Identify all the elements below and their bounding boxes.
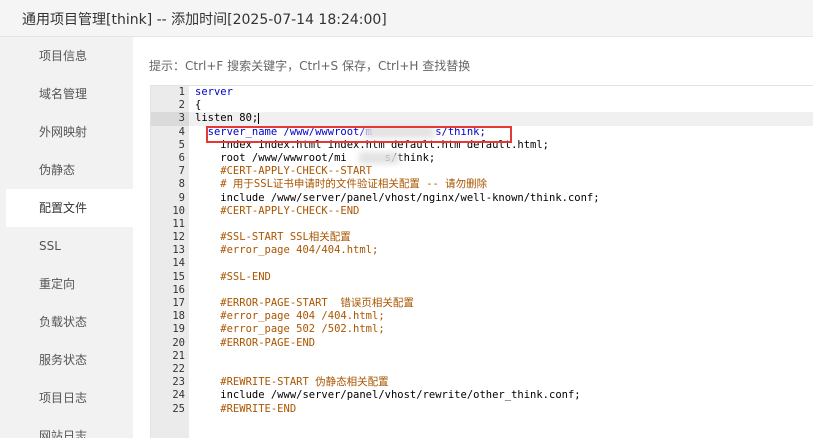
code-line[interactable]: include /www/server/panel/vhost/rewrite/…	[195, 389, 813, 402]
code-line[interactable]	[195, 284, 813, 297]
line-number: 11	[172, 217, 185, 230]
code-text: #ERROR-PAGE-END	[195, 336, 316, 349]
code-line[interactable]: #REWRITE-START 伪静态相关配置	[195, 376, 813, 389]
code-line[interactable]: #SSL-END	[195, 271, 813, 284]
code-line[interactable]: #CERT-APPLY-CHECK--START	[195, 165, 813, 178]
line-number: 3	[151, 112, 189, 126]
code-text: {	[195, 99, 202, 112]
sidebar-nav: 项目信息 域名管理 外网映射 伪静态 配置文件 SSL 重定向 负载状态 服务状态 项目日志 网站日…	[0, 37, 133, 438]
code-line[interactable]	[195, 363, 813, 376]
line-number: 15	[172, 270, 185, 283]
line-number: 14	[172, 257, 185, 270]
line-number: 24	[172, 389, 185, 402]
line-number: 17	[172, 297, 185, 309]
code-line[interactable]: #ERROR-PAGE-END	[195, 337, 813, 350]
code-line[interactable]: # 用于SSL证书申请时的文件验证相关配置 -- 请勿删除	[195, 178, 813, 191]
code-text: #CERT-APPLY-CHECK--END	[195, 204, 360, 217]
line-number: 22	[172, 362, 185, 375]
sidebar-item-site-log[interactable]: 网站日志	[0, 417, 133, 438]
code-text: # 用于SSL证书申请时的文件验证相关配置 -- 请勿删除	[195, 178, 488, 191]
line-number: 2	[178, 99, 185, 112]
sidebar-item-redirect[interactable]: 重定向	[0, 265, 133, 303]
highlight-box-server-name	[206, 126, 512, 143]
line-number: 9	[178, 191, 185, 204]
line-number: 7	[178, 165, 185, 178]
code-line[interactable]: server	[195, 86, 813, 99]
redacted-region	[359, 152, 399, 164]
code-line[interactable]: #REWRITE-END	[195, 403, 813, 416]
code-text: server	[195, 86, 233, 98]
code-text: root /www/wwwroot/mi s/think;	[195, 151, 436, 164]
code-text: #error_page 502 /502.html;	[195, 323, 385, 336]
sidebar-item-port-mapping[interactable]: 外网映射	[0, 113, 133, 151]
line-number: 21	[172, 349, 185, 362]
editor-hint: 提示：Ctrl+F 搜索关键字，Ctrl+S 保存，Ctrl+H 查找替换	[149, 59, 471, 73]
code-text: listen 80;	[195, 112, 259, 125]
sidebar-item-domains[interactable]: 域名管理	[0, 75, 133, 113]
line-number: 8	[178, 178, 185, 191]
code-line[interactable]: include /www/server/panel/vhost/nginx/we…	[195, 192, 813, 205]
line-number: 4	[178, 125, 185, 138]
sidebar-item-service-status[interactable]: 服务状态	[0, 341, 133, 379]
sidebar-item-project-info[interactable]: 项目信息	[0, 37, 133, 75]
sidebar-item-config-file[interactable]: 配置文件	[6, 189, 133, 227]
sidebar-item-project-log[interactable]: 项目日志	[0, 379, 133, 417]
line-number: 10	[172, 204, 185, 217]
line-number: 20	[172, 336, 185, 349]
text-cursor	[258, 112, 260, 124]
line-number: 23	[172, 376, 185, 389]
code-text: include /www/server/panel/vhost/nginx/we…	[195, 191, 600, 204]
code-line[interactable]: #error_page 404/404.html;	[195, 244, 813, 257]
line-number: 13	[172, 244, 185, 257]
line-number-gutter: 1 2 3 4 5 6 7 8 9 10 11 12 13 14 15 16 17 18 19 20 21 22 23 24 2…	[151, 86, 189, 438]
code-text: #SSL-START SSL相关配置	[195, 231, 351, 244]
code-line[interactable]: #CERT-APPLY-CHECK--END	[195, 205, 813, 218]
code-text: #SSL-END	[195, 270, 271, 283]
code-line[interactable]	[195, 257, 813, 270]
line-number: 5	[178, 138, 185, 151]
window-title: 通用项目管理[think] -- 添加时间[2025-07-14 18:24:0…	[22, 12, 387, 28]
code-text: #error_page 404 /404.html;	[195, 310, 385, 323]
line-number: 19	[172, 323, 185, 336]
code-text: #error_page 404/404.html;	[195, 244, 379, 257]
code-line[interactable]: #SSL-START SSL相关配置	[195, 231, 813, 244]
code-line[interactable]: #error_page 404 /404.html;	[195, 310, 813, 323]
code-text: include /www/server/panel/vhost/rewrite/…	[195, 389, 581, 402]
sidebar-item-load-status[interactable]: 负载状态	[0, 303, 133, 341]
code-text: #ERROR-PAGE-START 错误页相关配置	[195, 297, 414, 309]
line-number: 25	[172, 402, 185, 415]
line-number: 6	[178, 151, 185, 164]
code-line[interactable]: #ERROR-PAGE-START 错误页相关配置	[195, 297, 813, 310]
code-line[interactable]: root /www/wwwroot/mi s/think;	[195, 152, 813, 165]
code-line[interactable]	[195, 350, 813, 363]
line-number: 16	[172, 283, 185, 296]
sidebar-item-rewrite[interactable]: 伪静态	[0, 151, 133, 189]
code-line[interactable]: #error_page 502 /502.html;	[195, 323, 813, 336]
code-text: #REWRITE-START 伪静态相关配置	[195, 376, 389, 389]
window-titlebar: 通用项目管理[think] -- 添加时间[2025-07-14 18:24:0…	[0, 0, 813, 37]
code-line[interactable]: {	[195, 99, 813, 112]
sidebar-item-ssl[interactable]: SSL	[0, 227, 133, 265]
code-line[interactable]	[195, 218, 813, 231]
code-text: #CERT-APPLY-CHECK--START	[195, 165, 373, 178]
line-number: 18	[172, 310, 185, 323]
line-number: 12	[172, 231, 185, 244]
code-text: #REWRITE-END	[195, 402, 297, 415]
line-number: 1	[178, 86, 185, 98]
code-line[interactable]: listen 80;	[189, 112, 813, 126]
